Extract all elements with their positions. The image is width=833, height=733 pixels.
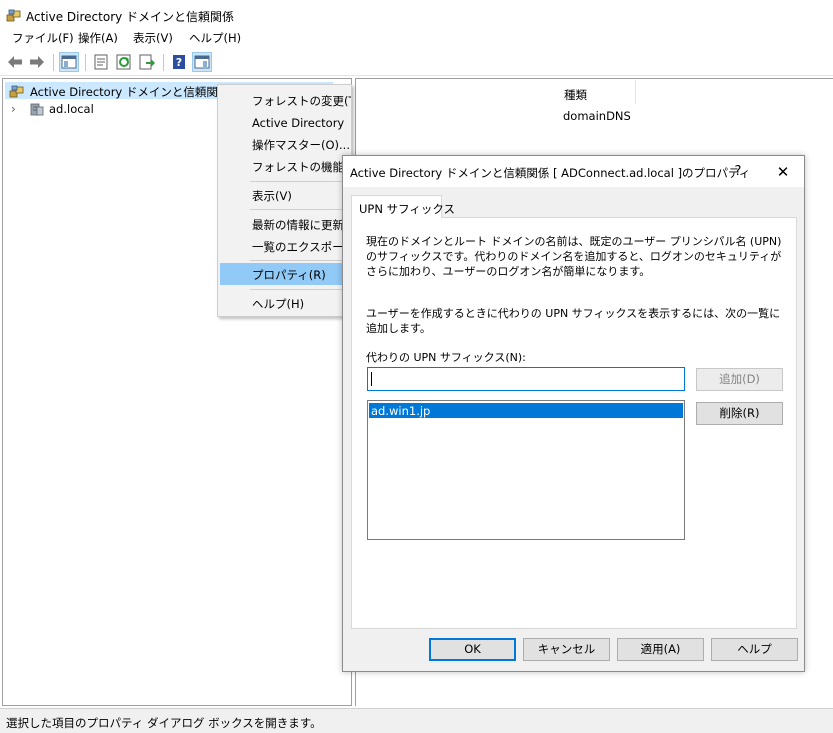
domain-icon xyxy=(29,102,45,119)
menu-item-view[interactable]: 表示(V) xyxy=(220,184,351,206)
tree-node-ad-local[interactable]: › ad.local xyxy=(11,101,131,118)
menu-separator xyxy=(250,209,348,210)
refresh-icon[interactable] xyxy=(114,52,134,72)
alt-upn-suffix-label: 代わりの UPN サフィックス(N): xyxy=(366,351,526,364)
menu-item-export-list[interactable]: 一覧のエクスポート( xyxy=(220,235,351,257)
toolbar: ? xyxy=(0,50,833,76)
export-list-icon[interactable] xyxy=(137,52,157,72)
upn-suffix-list[interactable]: ad.win1.jp xyxy=(367,400,685,540)
forward-arrow-icon[interactable] xyxy=(27,52,47,72)
cancel-button[interactable]: キャンセル xyxy=(523,638,610,661)
menu-separator xyxy=(250,181,348,182)
properties-icon[interactable] xyxy=(91,52,111,72)
upn-suffix-input[interactable] xyxy=(367,367,685,391)
show-action-pane-icon[interactable] xyxy=(192,52,212,72)
dialog-help-button[interactable]: ? xyxy=(721,160,755,184)
add-button[interactable]: 追加(D) xyxy=(696,368,783,391)
ok-button[interactable]: OK xyxy=(429,638,516,661)
menu-file[interactable]: ファイル(F) xyxy=(12,30,74,46)
column-header-label: 種類 xyxy=(564,88,587,102)
status-text: 選択した項目のプロパティ ダイアログ ボックスを開きます。 xyxy=(6,716,322,730)
close-icon[interactable]: ✕ xyxy=(763,160,803,184)
menu-item-forest-functional-level[interactable]: フォレストの機能レベル xyxy=(220,155,351,177)
dialog-title-bar[interactable]: Active Directory ドメインと信頼関係 [ ADConnect.a… xyxy=(343,156,804,187)
remove-button[interactable]: 削除(R) xyxy=(696,402,783,425)
show-console-tree-icon[interactable] xyxy=(59,52,79,72)
menu-separator xyxy=(250,260,348,261)
chevron-right-icon[interactable]: › xyxy=(11,102,16,116)
menu-bar: ファイル(F) 操作(A) 表示(V) ヘルプ(H) xyxy=(0,30,833,47)
text-caret xyxy=(371,372,372,386)
tree-node-label: ad.local xyxy=(49,102,94,116)
properties-dialog: Active Directory ドメインと信頼関係 [ ADConnect.a… xyxy=(342,155,805,672)
toolbar-separator xyxy=(85,54,86,71)
list-cell-type[interactable]: domainDNS xyxy=(563,109,631,123)
tab-panel-upn-suffixes: 現在のドメインとルート ドメインの名前は、既定のユーザー プリンシパル名 (UP… xyxy=(351,217,797,629)
back-arrow-icon[interactable] xyxy=(5,52,25,72)
list-item[interactable]: ad.win1.jp xyxy=(369,403,683,418)
menu-action[interactable]: 操作(A) xyxy=(78,30,118,46)
list-item-label: ad.win1.jp xyxy=(371,404,431,418)
dialog-title: Active Directory ドメインと信頼関係 [ ADConnect.a… xyxy=(350,166,751,180)
menu-view[interactable]: 表示(V) xyxy=(133,30,173,46)
description-text: 現在のドメインとルート ドメインの名前は、既定のユーザー プリンシパル名 (UP… xyxy=(366,235,782,278)
menu-item-change-forest[interactable]: フォレストの変更(T)... xyxy=(220,89,351,111)
apply-button[interactable]: 適用(A) xyxy=(617,638,704,661)
menu-item-help[interactable]: ヘルプ(H) xyxy=(220,292,351,314)
menu-item-properties[interactable]: プロパティ(R) xyxy=(220,263,351,285)
tab-label: UPN サフィックス xyxy=(359,202,456,216)
instruction-text: ユーザーを作成するときに代わりの UPN サフィックスを表示するには、次の一覧に… xyxy=(366,307,781,335)
ad-domains-trusts-icon xyxy=(9,84,25,101)
column-header-type[interactable]: 種類 xyxy=(556,80,636,104)
help-button[interactable]: ヘルプ xyxy=(711,638,798,661)
menu-separator xyxy=(250,289,348,290)
menu-help[interactable]: ヘルプ(H) xyxy=(189,30,241,46)
context-menu: フォレストの変更(T)... Active Directory ドメイン コント… xyxy=(217,84,352,317)
title-bar: Active Directory ドメインと信頼関係 xyxy=(0,0,833,30)
menu-item-change-domain-controller[interactable]: Active Directory ドメイン コントローラーの変更(C)... xyxy=(220,111,351,133)
toolbar-separator xyxy=(53,54,54,71)
tab-upn-suffixes[interactable]: UPN サフィックス xyxy=(351,195,455,218)
menu-item-operations-master[interactable]: 操作マスター(O)... xyxy=(220,133,351,155)
toolbar-separator xyxy=(163,54,164,71)
status-bar: 選択した項目のプロパティ ダイアログ ボックスを開きます。 xyxy=(0,708,833,733)
window-title: Active Directory ドメインと信頼関係 xyxy=(26,10,235,24)
ad-domains-trusts-icon xyxy=(6,7,22,26)
svg-text:?: ? xyxy=(176,56,182,69)
help-icon[interactable]: ? xyxy=(169,52,189,72)
tree-root-label: Active Directory ドメインと信頼関係 [ xyxy=(30,85,238,99)
menu-item-refresh[interactable]: 最新の情報に更新 xyxy=(220,213,351,235)
